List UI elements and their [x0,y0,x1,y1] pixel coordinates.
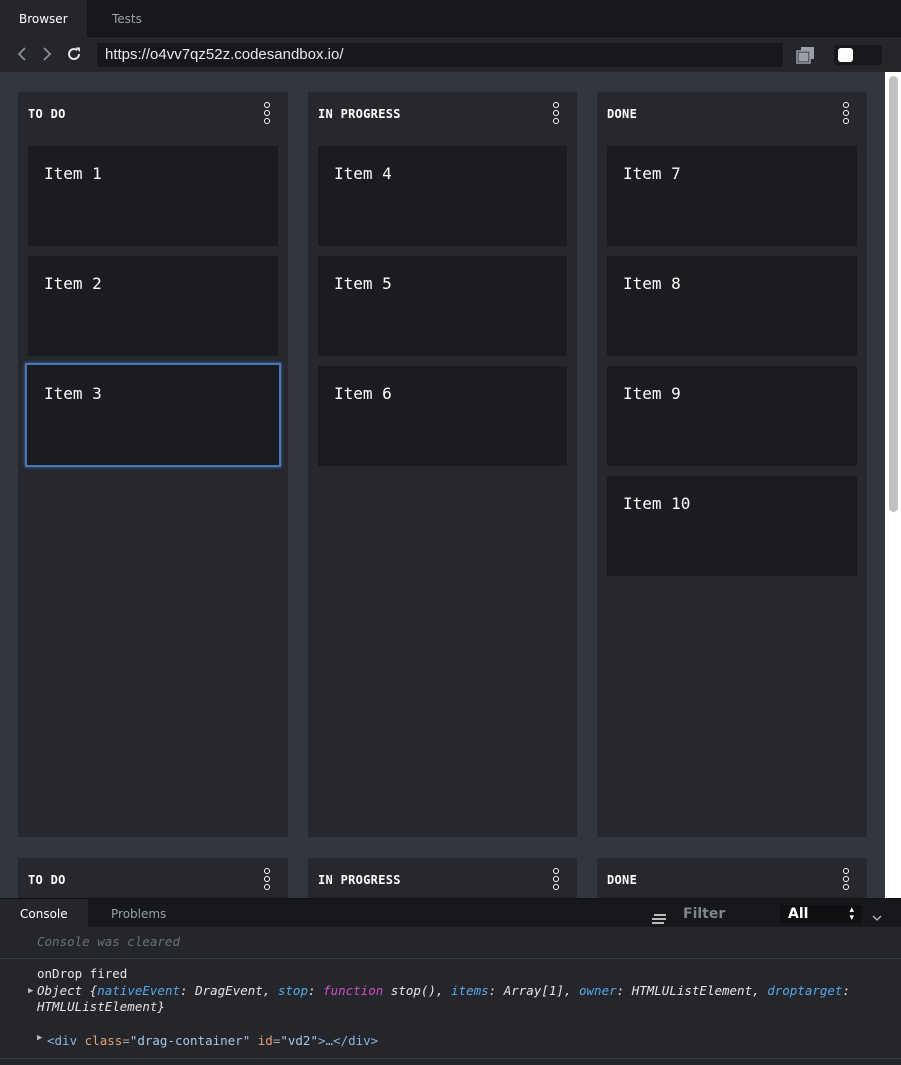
tab-console[interactable]: Console [0,899,88,928]
tab-browser[interactable]: Browser [0,0,87,37]
top-tab-bar: Browser Tests [0,0,901,37]
log-level-select[interactable]: All ▴ ▾ [780,905,862,923]
card[interactable]: Item 8 [607,256,857,356]
card[interactable]: Item 10 [607,476,857,576]
address-bar[interactable]: https://o4vv7qz52z.codesandbox.io/ [97,43,783,67]
preview-toggle[interactable] [834,45,882,65]
column-title: IN PROGRESS [318,107,401,121]
card[interactable]: Item 9 [607,366,857,466]
more-options-icon[interactable] [843,868,849,892]
console-output: Console was cleared onDrop fired ▶ Object… [0,927,901,1065]
more-options-icon[interactable] [843,102,849,126]
stop-function-name: stop() [390,983,436,998]
column-title: DONE [607,107,638,121]
preview-frame: TO DO Item 1 Item 2 Item 3 IN PROGRESS I… [0,72,885,898]
console-tab-bar: Console Problems Filter All ▴ ▾ [0,898,901,928]
card[interactable]: Item 4 [318,146,567,246]
refresh-icon[interactable] [65,45,83,63]
card[interactable]: Item 5 [318,256,567,356]
column-in-progress-2: IN PROGRESS [308,858,577,898]
card[interactable]: Item 1 [28,146,278,246]
chevron-down-icon[interactable] [872,908,882,921]
column-done: DONE Item 7 Item 8 Item 9 Item 10 [597,92,867,837]
column-todo: TO DO Item 1 Item 2 Item 3 [18,92,288,837]
browser-toolbar: https://o4vv7qz52z.codesandbox.io/ [0,37,901,72]
select-arrows-icon: ▴ ▾ [849,905,854,923]
column-todo-2: TO DO [18,858,288,898]
column-title: TO DO [28,107,66,121]
column-title: DONE [607,873,638,887]
more-options-icon[interactable] [264,868,270,892]
column-done-2: DONE [597,858,867,898]
forward-icon[interactable] [38,45,56,63]
card-label: Item 8 [623,274,681,293]
more-options-icon[interactable] [264,102,270,126]
scrollbar-thumb[interactable] [889,76,898,512]
expand-triangle-icon[interactable]: ▶ [37,1033,42,1043]
card-label: Item 10 [623,494,691,513]
log-level-value: All [788,906,809,922]
card[interactable]: Item 6 [318,366,567,466]
toggle-knob [838,48,853,62]
object-log[interactable]: ▶ Object {nativeEvent: DragEvent, stop: f… [28,983,877,1015]
column-in-progress: IN PROGRESS Item 4 Item 5 Item 6 [308,92,577,837]
preview-scrollbar[interactable] [885,72,901,898]
more-options-icon[interactable] [553,868,559,892]
card-label: Item 9 [623,384,681,403]
divider [0,958,901,959]
filter-input[interactable]: Filter [683,899,725,928]
card[interactable]: Item 7 [607,146,857,246]
element-log[interactable]: ▶ <div class="drag-container" id="vd2">…<… [37,1033,378,1048]
card-label: Item 1 [44,164,102,183]
divider [0,1058,901,1059]
expand-triangle-icon[interactable]: ▶ [28,983,33,999]
column-title: TO DO [28,873,66,887]
tab-tests[interactable]: Tests [93,0,161,37]
card-selected[interactable]: Item 3 [25,363,281,467]
log-message: onDrop fired [37,966,128,981]
card-label: Item 6 [334,384,392,403]
console-cleared-message: Console was cleared [37,934,180,949]
card[interactable]: Item 2 [28,256,278,356]
card-label: Item 7 [623,164,681,183]
tab-problems[interactable]: Problems [91,899,186,928]
card-label: Item 2 [44,274,102,293]
column-title: IN PROGRESS [318,873,401,887]
card-label: Item 4 [334,164,392,183]
more-options-icon[interactable] [553,102,559,126]
card-label: Item 5 [334,274,392,293]
back-icon[interactable] [13,45,31,63]
card-label: Item 3 [44,384,102,403]
filter-icon[interactable] [652,909,666,924]
open-new-window-icon[interactable] [796,46,816,64]
